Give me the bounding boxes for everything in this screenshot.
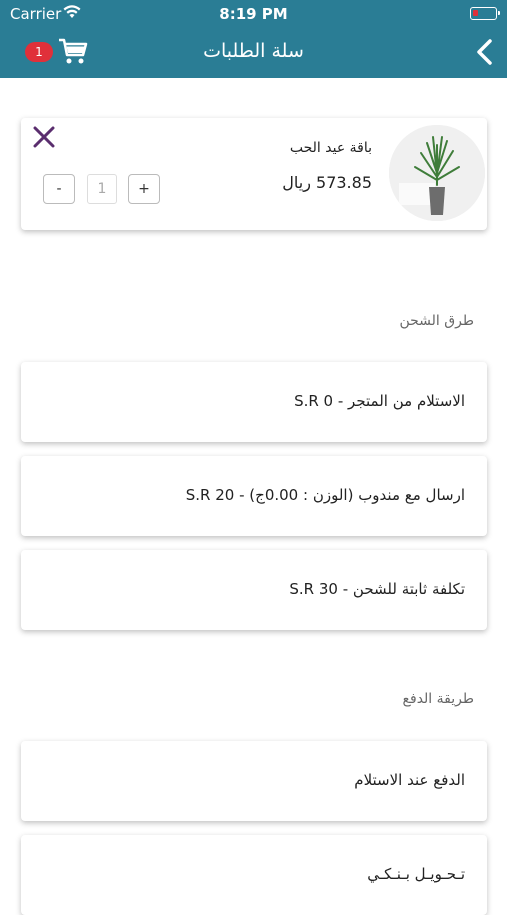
cart-icon[interactable] — [58, 37, 88, 67]
quantity-field[interactable]: 1 — [87, 174, 117, 204]
product-image — [389, 125, 485, 221]
remove-item-icon[interactable] — [31, 124, 57, 150]
battery-icon — [470, 7, 500, 20]
decrease-quantity-button[interactable]: - — [43, 174, 75, 204]
shipping-option-label: الاستلام من المتجر - S.R 0 — [294, 392, 465, 410]
product-name: باقة عيد الحب — [289, 140, 372, 156]
status-bar: Carrier 8:19 PM — [0, 0, 507, 28]
shipping-option-label: ارسال مع مندوب (الوزن : 0.00ج) - S.R 20 — [185, 486, 465, 504]
shipping-option-fixed[interactable]: تكلفة ثابتة للشحن - S.R 30 — [21, 550, 487, 630]
cart-item-card: باقة عيد الحب 573.85 ريال - 1 + — [21, 118, 487, 230]
clock: 8:19 PM — [219, 5, 288, 23]
product-price: 573.85 ريال — [282, 173, 372, 192]
payment-option-cod[interactable]: الدفع عند الاستلام — [21, 741, 487, 821]
nav-bar: سلة الطلبات 1 — [0, 28, 507, 78]
shipping-option-courier[interactable]: ارسال مع مندوب (الوزن : 0.00ج) - S.R 20 — [21, 456, 487, 536]
cart-count-badge: 1 — [25, 42, 53, 62]
shipping-option-pickup[interactable]: الاستلام من المتجر - S.R 0 — [21, 362, 487, 442]
payment-option-bank-transfer[interactable]: تـحـويـل بـنـكـي — [21, 835, 487, 915]
payment-section-label: طريقة الدفع — [402, 691, 474, 707]
payment-option-label: الدفع عند الاستلام — [354, 771, 465, 789]
shipping-section-label: طرق الشحن — [399, 313, 474, 329]
increase-quantity-button[interactable]: + — [128, 174, 160, 204]
payment-option-label: تـحـويـل بـنـكـي — [367, 865, 465, 883]
shipping-option-label: تكلفة ثابتة للشحن - S.R 30 — [289, 580, 465, 598]
back-chevron-icon[interactable] — [473, 38, 497, 66]
